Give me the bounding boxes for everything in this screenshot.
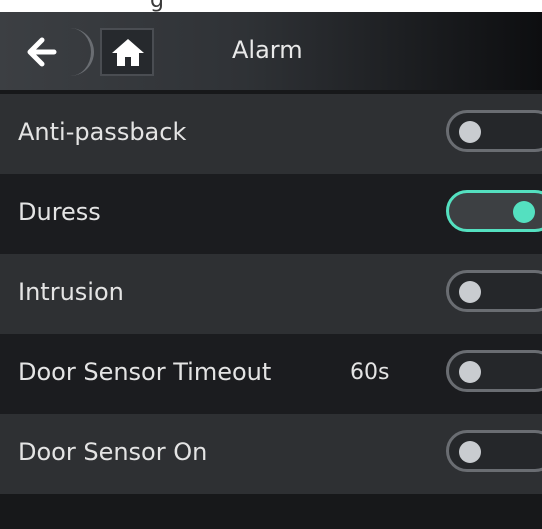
door-sensor-timeout-toggle[interactable]: [446, 350, 542, 392]
duress-toggle[interactable]: [446, 190, 542, 232]
anti-passback-toggle[interactable]: [446, 110, 542, 152]
toggle-knob: [459, 281, 481, 303]
setting-row-duress[interactable]: Duress: [0, 174, 542, 254]
setting-label: Door Sensor Timeout: [18, 358, 272, 386]
setting-row-door-sensor-timeout[interactable]: Door Sensor Timeout 60s: [0, 334, 542, 414]
toggle-knob: [459, 361, 481, 383]
arrow-left-icon: [27, 37, 57, 67]
setting-row-door-sensor-on[interactable]: Door Sensor On: [0, 414, 542, 494]
toggle-knob: [459, 121, 481, 143]
toggle-knob: [513, 201, 535, 223]
top-strip: g: [0, 0, 542, 13]
setting-label: Door Sensor On: [18, 438, 208, 466]
setting-label: Intrusion: [18, 278, 124, 306]
device-screen: Alarm Anti-passback Duress Intrusion Doo…: [0, 12, 542, 529]
page-title: Alarm: [232, 36, 303, 64]
setting-label: Anti-passback: [18, 118, 187, 146]
header-bar: Alarm: [0, 12, 542, 90]
toggle-knob: [459, 441, 481, 463]
setting-row-intrusion[interactable]: Intrusion: [0, 254, 542, 334]
back-button[interactable]: [12, 28, 94, 76]
door-sensor-on-toggle[interactable]: [446, 430, 542, 472]
setting-label: Duress: [18, 198, 101, 226]
home-icon: [112, 39, 144, 66]
setting-value: 60s: [350, 360, 390, 385]
home-button[interactable]: [100, 28, 154, 76]
intrusion-toggle[interactable]: [446, 270, 542, 312]
setting-row-anti-passback[interactable]: Anti-passback: [0, 94, 542, 174]
